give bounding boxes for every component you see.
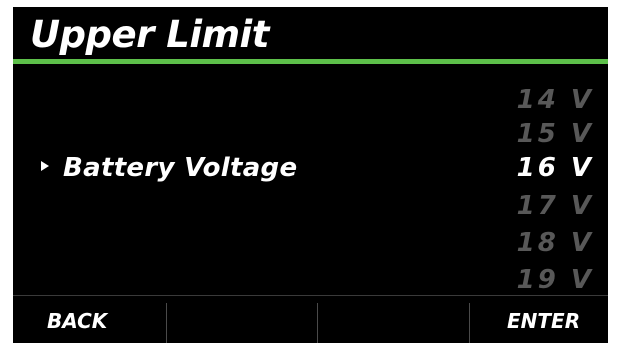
triangle-right-icon [41, 160, 49, 171]
value-option-14v[interactable]: 14 V [517, 82, 594, 118]
value-option-17v[interactable]: 17 V [517, 188, 594, 224]
battery-voltage-item[interactable]: Battery Voltage [41, 150, 297, 186]
softkey-3-button[interactable] [318, 296, 468, 343]
value-option-19v[interactable]: 19 V [517, 262, 594, 298]
display-screen: Upper Limit Battery Voltage 14 V 15 V 16… [13, 7, 608, 343]
value-option-16v-selected[interactable]: 16 V [517, 150, 594, 186]
softkey-2-button[interactable] [167, 296, 317, 343]
back-button[interactable]: BACK [13, 296, 163, 343]
title-underline [13, 59, 608, 64]
device-bezel: Upper Limit Battery Voltage 14 V 15 V 16… [0, 0, 619, 350]
value-option-18v[interactable]: 18 V [517, 225, 594, 261]
enter-button[interactable]: ENTER [470, 296, 608, 343]
value-option-15v[interactable]: 15 V [517, 116, 594, 152]
softkey-bar: BACK ENTER [13, 295, 608, 343]
page-title: Upper Limit [30, 13, 269, 56]
battery-voltage-label: Battery Voltage [63, 153, 298, 183]
